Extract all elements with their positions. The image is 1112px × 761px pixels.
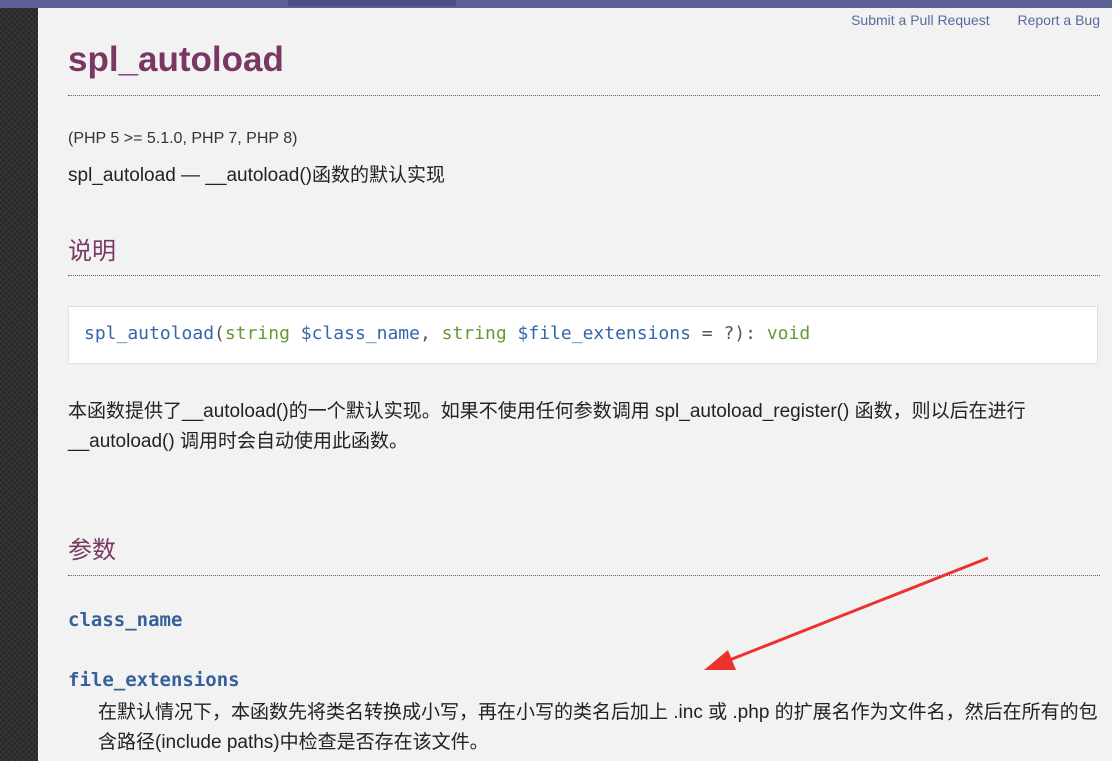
parameters-heading: 参数 [68, 537, 116, 564]
top-nav-active-segment[interactable] [288, 0, 456, 6]
report-bug-link[interactable]: Report a Bug [1018, 12, 1101, 28]
method-signature: spl_autoload(string $class_name, string … [68, 306, 1098, 364]
param-file-extensions: file_extensions [68, 669, 240, 691]
signature-comma: , [419, 323, 442, 344]
page-title: spl_autoload [68, 40, 284, 79]
description-heading: 说明 [68, 238, 116, 265]
signature-function-name: spl_autoload [84, 323, 215, 344]
param-class-name: class_name [68, 609, 183, 631]
left-rail [0, 0, 38, 761]
title-divider [68, 95, 1100, 96]
php-version: (PHP 5 >= 5.1.0, PHP 7, PHP 8) [68, 130, 298, 147]
signature-type-2: string [441, 323, 507, 344]
signature-return-type: void [766, 323, 811, 344]
signature-open-paren: ( [214, 323, 225, 344]
signature-close: ): [734, 323, 767, 344]
annotation-arrow [704, 556, 989, 670]
parameters-divider [68, 575, 1100, 576]
signature-default: = ? [690, 323, 735, 344]
signature-param-2: $file_extensions [517, 323, 691, 344]
submit-pull-request-link[interactable]: Submit a Pull Request [851, 12, 990, 28]
description-divider [68, 275, 1100, 276]
description-text: 本函数提供了__autoload()的一个默认实现。如果不使用任何参数调用 sp… [68, 401, 1026, 452]
annotation-arrow-shaft [721, 556, 989, 665]
param-file-extensions-description: 在默认情况下，本函数先将类名转换成小写，再在小写的类名后加上 .inc 或 .p… [98, 702, 1098, 753]
top-nav-bar [0, 0, 1112, 8]
signature-param-1: $class_name [300, 323, 420, 344]
top-links: Submit a Pull Request Report a Bug [827, 12, 1100, 28]
function-purpose: spl_autoload — __autoload()函数的默认实现 [68, 165, 446, 186]
annotation-arrow-head [704, 650, 736, 670]
signature-type-1: string [224, 323, 290, 344]
